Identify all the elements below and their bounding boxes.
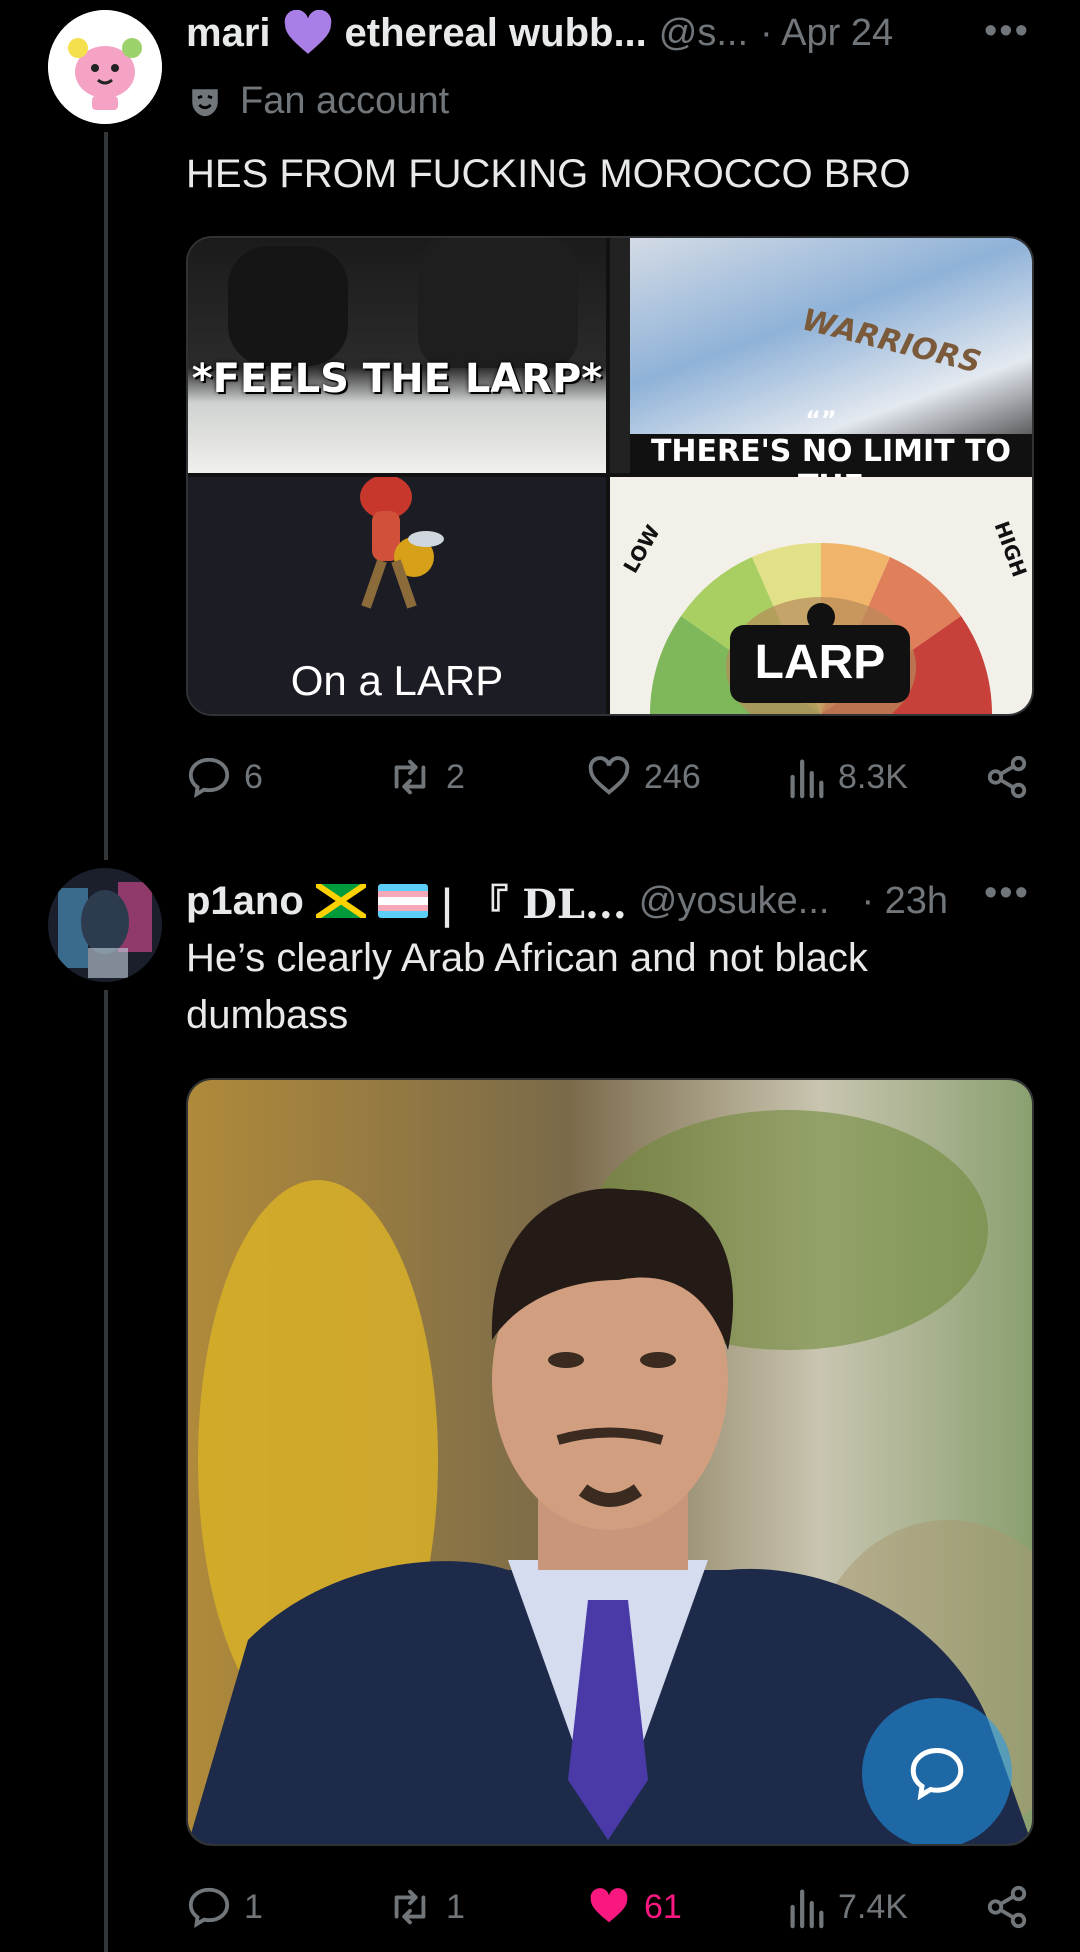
quote-marks: “”: [805, 406, 837, 434]
more-options-icon[interactable]: •••: [984, 10, 1030, 53]
media-caption-1: *FEELS THE LARP*: [191, 356, 603, 402]
heart-icon: [588, 756, 630, 795]
views-count: 8.3K: [838, 757, 908, 796]
tweet-text: HES FROM FUCKING MOROCCO BRO: [186, 152, 911, 196]
views-button[interactable]: 7.4K: [786, 1884, 908, 1930]
like-button[interactable]: 246: [586, 754, 701, 800]
media-image-2[interactable]: WARRIORS “” THERE'S NO LIMIT TO THE: [610, 238, 1032, 504]
display-name[interactable]: mari: [186, 11, 271, 56]
compose-reply-icon[interactable]: [862, 1698, 1012, 1844]
like-button-liked[interactable]: 61: [586, 1884, 682, 1930]
user-handle[interactable]: @s...: [659, 12, 748, 55]
reply-icon: [188, 1887, 230, 1929]
reply-button[interactable]: 1: [186, 1884, 263, 1930]
theater-mask-icon: [192, 88, 218, 116]
reply-button[interactable]: 6: [186, 754, 263, 800]
share-icon: [987, 1885, 1027, 1929]
avatar-mari[interactable]: [48, 10, 162, 124]
user-handle[interactable]: @yosuke...: [639, 880, 830, 923]
reply-bubble-icon: [910, 1747, 964, 1801]
avatar-image: [48, 10, 162, 124]
display-name[interactable]: p1ano: [186, 879, 304, 924]
display-name-2[interactable]: | 『 DL...: [440, 872, 627, 930]
cartoon-character: [360, 477, 444, 609]
views-icon: [790, 1889, 824, 1929]
share-icon: [987, 755, 1027, 799]
repost-button[interactable]: 2: [386, 754, 465, 800]
heart-filled-icon: [590, 1888, 628, 1923]
gauge-label: LARP: [754, 636, 886, 689]
avatar-image: [48, 868, 162, 982]
repost-count: 1: [446, 1887, 465, 1926]
more-options-icon[interactable]: •••: [984, 872, 1030, 915]
purple-heart-icon: [284, 10, 331, 54]
media-image-4[interactable]: LOW HIGH LARP: [610, 477, 1032, 714]
tweet-media-photo[interactable]: [186, 1078, 1034, 1846]
tweet-text-line-2: dumbass: [186, 993, 349, 1037]
avatar-p1ano[interactable]: [48, 868, 162, 982]
repost-icon: [394, 759, 426, 795]
tweet-text-line-1: He’s clearly Arab African and not black: [186, 936, 868, 980]
shirt-text: WARRIORS: [798, 302, 985, 381]
views-button[interactable]: 8.3K: [786, 754, 908, 800]
repost-count: 2: [446, 757, 465, 796]
jamaica-flag-icon: [315, 884, 366, 918]
share-button[interactable]: [984, 1884, 1030, 1930]
tweet-time[interactable]: · Apr 24: [760, 12, 893, 55]
share-button[interactable]: [984, 754, 1030, 800]
tweet-media-grid[interactable]: *FEELS THE LARP* WARRIORS “” THERE'S NO …: [186, 236, 1034, 716]
thread-line-top: [104, 132, 108, 860]
trans-flag-icon: [377, 884, 428, 918]
repost-icon: [394, 1889, 426, 1925]
views-icon: [790, 759, 824, 799]
display-name-2[interactable]: ethereal wubb...: [345, 11, 647, 56]
media-image-1[interactable]: *FEELS THE LARP*: [188, 238, 606, 473]
reply-icon: [188, 757, 230, 799]
repost-button[interactable]: 1: [386, 1884, 465, 1930]
like-count: 61: [644, 1887, 682, 1926]
reply-count: 6: [244, 757, 263, 796]
like-count: 246: [644, 757, 701, 796]
tweet-time[interactable]: · 23h: [861, 880, 948, 923]
media-image-3[interactable]: On a LARP: [188, 477, 606, 714]
media-caption-3: On a LARP: [290, 657, 504, 704]
fan-account-label: Fan account: [240, 80, 450, 122]
thread-line-bottom: [104, 990, 108, 1952]
reply-count: 1: [244, 1887, 263, 1926]
views-count: 7.4K: [838, 1887, 908, 1926]
